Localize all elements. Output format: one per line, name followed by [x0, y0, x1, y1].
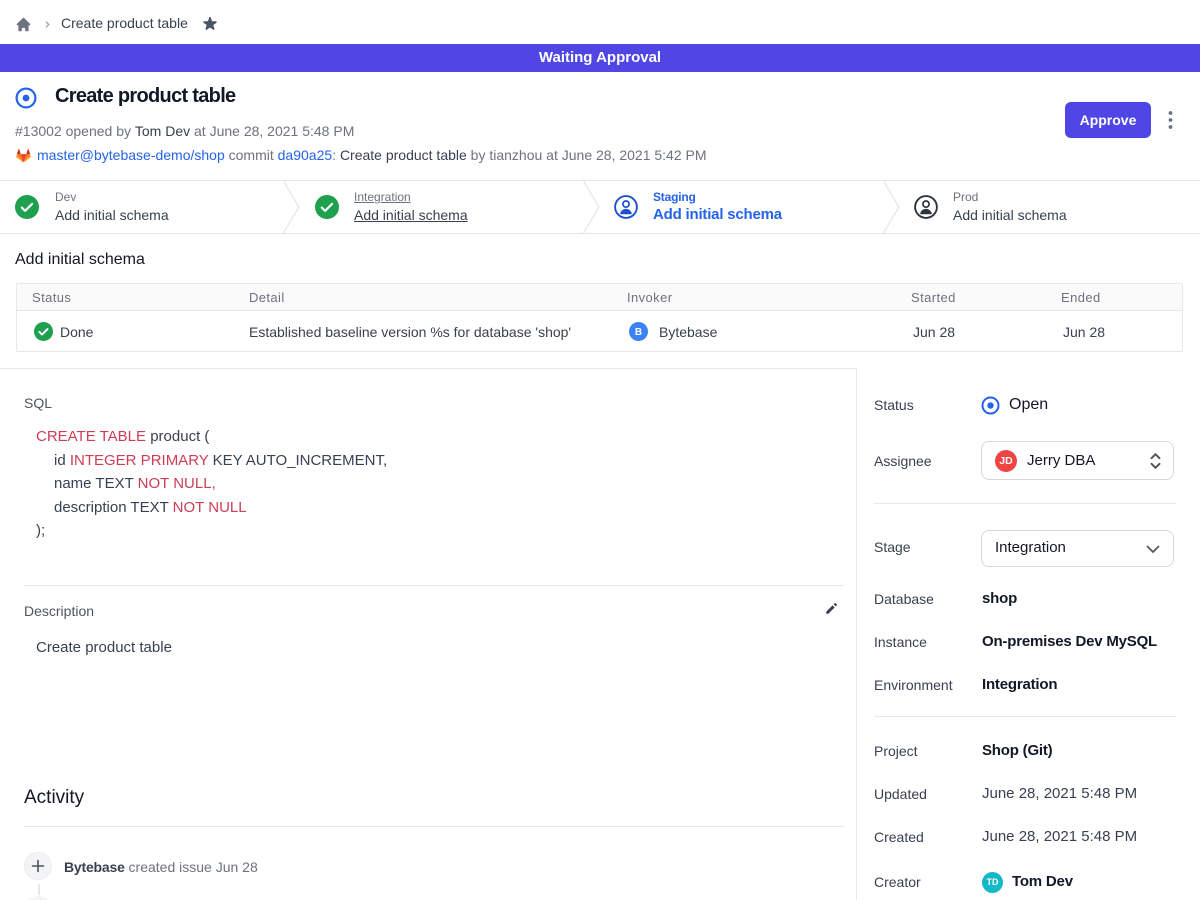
svg-text:B: B	[635, 327, 642, 338]
